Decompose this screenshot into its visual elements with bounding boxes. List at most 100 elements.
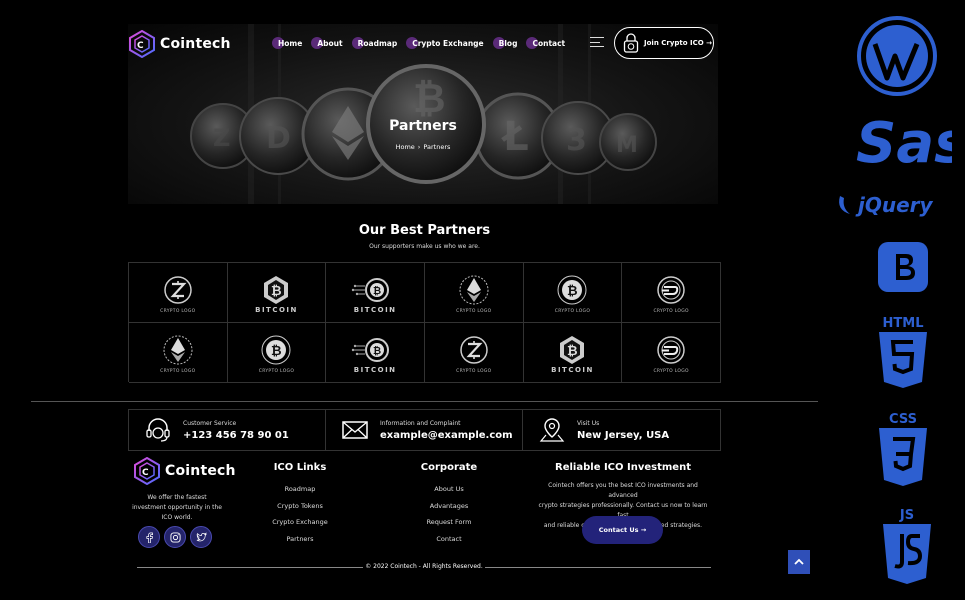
partner-logo-label: CRYPTO LOGO: [160, 368, 196, 374]
footer-link-contact[interactable]: Contact: [409, 531, 489, 548]
html5-icon: HTML: [879, 316, 927, 388]
customer-service-label: Customer Service: [183, 419, 237, 427]
footer-brand-name: Cointech: [165, 463, 236, 479]
footer-link-about-us[interactable]: About Us: [409, 481, 489, 498]
partner-logo-label: CRYPTO LOGO: [456, 308, 492, 314]
nav-contact[interactable]: Contact: [526, 36, 569, 51]
partner-logo-cell[interactable]: ₿ BITCOIN: [227, 263, 327, 323]
join-crypto-ico-button[interactable]: Join Crypto ICO →: [614, 27, 714, 59]
footer-link-crypto-tokens[interactable]: Crypto Tokens: [260, 498, 340, 515]
reliable-title: Reliable ICO Investment: [555, 462, 691, 473]
twitter-icon: [196, 531, 207, 541]
reliable-text-line: Cointech offers you the best ICO investm…: [548, 482, 698, 499]
footer-link-crypto-exchange[interactable]: Crypto Exchange: [260, 514, 340, 531]
visit-label: Visit Us: [577, 419, 600, 427]
html-label: HTML: [883, 316, 924, 331]
partner-logo-cell[interactable]: ₿ CRYPTO LOGO: [227, 323, 327, 383]
partner-logo-cell[interactable]: ₿ BITCOIN: [326, 263, 425, 323]
svg-text:₿: ₿: [413, 76, 446, 122]
partners-grid: CRYPTO LOGO ₿ BITCOIN ₿ BITCOIN CRYPTO LOGO ₿ C…: [128, 262, 721, 383]
footer-logo[interactable]: C Cointech: [133, 457, 236, 485]
footer-desc-line: We offer the fastest: [147, 494, 207, 501]
partner-logo-label: CRYPTO LOGO: [456, 368, 492, 374]
instagram-link[interactable]: [164, 526, 186, 548]
facebook-icon: [145, 532, 153, 543]
jquery-icon: jQuery: [839, 193, 934, 217]
partners-title: Our Best Partners: [358, 223, 491, 238]
main-menu: Home About Roadmap Crypto Exchange Blog …: [271, 36, 569, 51]
partner-logo-label: CRYPTO LOGO: [653, 308, 689, 314]
contact-us-button[interactable]: Contact Us →: [582, 516, 663, 544]
partner-logo-cell[interactable]: ₿ BITCOIN: [523, 323, 623, 383]
nav-home[interactable]: Home: [271, 36, 306, 51]
partner-logo-label: BITCOIN: [255, 305, 298, 314]
footer-desc-line: ICO world.: [161, 514, 193, 521]
customer-service-box: Customer Service +123 456 78 90 01: [129, 410, 326, 450]
twitter-link[interactable]: [190, 526, 212, 548]
jquery-label: jQuery: [855, 193, 934, 217]
footer-link-advantages[interactable]: Advantages: [409, 498, 489, 515]
information-email[interactable]: example@example.com: [380, 430, 513, 441]
javascript-icon: JS: [883, 508, 931, 584]
zcash-icon: [460, 335, 488, 364]
hamburger-menu-icon[interactable]: [590, 37, 604, 47]
footer-desc-line: investment opportunity in the: [132, 504, 222, 511]
dash-icon: [657, 275, 685, 304]
footer-link-request-form[interactable]: Request Form: [409, 514, 489, 531]
partner-logo-cell[interactable]: CRYPTO LOGO: [622, 263, 721, 323]
headset-icon: [146, 418, 170, 442]
bitcoin-circuit-icon: ₿: [351, 277, 390, 302]
partner-logo-label: CRYPTO LOGO: [160, 308, 196, 314]
partner-logo-cell[interactable]: CRYPTO LOGO: [424, 323, 524, 383]
nav-blog[interactable]: Blog: [492, 36, 522, 51]
svg-text:C: C: [142, 468, 149, 478]
scroll-to-top-button[interactable]: [788, 550, 810, 574]
partner-logo-cell[interactable]: ₿ BITCOIN: [326, 323, 425, 383]
ethereum-icon: [163, 335, 193, 364]
facebook-link[interactable]: [138, 526, 160, 548]
js-label: JS: [899, 508, 914, 523]
bitcoin-hex-icon: ₿: [560, 335, 585, 364]
footer-ico-links: ICO Links Roadmap Crypto Tokens Crypto E…: [260, 462, 340, 547]
css3-icon: CSS: [879, 412, 927, 486]
sass-icon: Sass: [856, 111, 952, 176]
svg-text:₿: ₿: [373, 345, 381, 357]
partner-logo-cell[interactable]: CRYPTO LOGO: [424, 263, 524, 323]
svg-text:₿: ₿: [567, 284, 578, 299]
partner-logo-cell[interactable]: CRYPTO LOGO: [129, 263, 228, 323]
sass-label: Sass: [856, 111, 952, 176]
contact-bar: Customer Service +123 456 78 90 01 Infor…: [128, 409, 721, 451]
nav-roadmap[interactable]: Roadmap: [351, 36, 402, 51]
bitcoin-circuit-icon: ₿: [351, 337, 390, 362]
svg-text:₿: ₿: [271, 344, 282, 359]
section-divider: [31, 401, 818, 402]
brand-logo[interactable]: C Cointech: [128, 30, 231, 58]
top-navigation: C Cointech Home About Roadmap Crypto Exc…: [128, 24, 718, 64]
svg-text:C: C: [137, 41, 144, 51]
nav-about[interactable]: About: [311, 36, 346, 51]
partner-logo-cell[interactable]: CRYPTO LOGO: [622, 323, 721, 383]
ico-links-title: ICO Links: [273, 462, 327, 473]
breadcrumb-home[interactable]: Home: [396, 143, 415, 151]
partner-logo-label: BITCOIN: [353, 305, 397, 314]
customer-service-phone[interactable]: +123 456 78 90 01: [183, 430, 289, 441]
svg-text:₿: ₿: [373, 285, 381, 297]
bitcoin-icon: ₿: [557, 275, 587, 304]
chevron-up-icon: [794, 558, 804, 565]
map-pin-icon: [539, 418, 565, 442]
copyright-text: © 2022 Cointech - All Rights Reserved.: [363, 563, 485, 570]
footer-description: We offer the fastest investment opportun…: [128, 493, 226, 523]
copyright: © 2022 Cointech - All Rights Reserved.: [0, 563, 848, 570]
lock-icon: [623, 33, 639, 53]
css-label: CSS: [889, 412, 917, 427]
footer-link-roadmap[interactable]: Roadmap: [260, 481, 340, 498]
nav-crypto-exchange[interactable]: Crypto Exchange: [406, 36, 487, 51]
footer-link-partners[interactable]: Partners: [260, 531, 340, 548]
svg-text:₿: ₿: [567, 344, 578, 359]
partner-logo-cell[interactable]: ₿ CRYPTO LOGO: [523, 263, 623, 323]
information-box: Information and Complaint example@exampl…: [326, 410, 523, 450]
partner-logo-label: CRYPTO LOGO: [554, 308, 591, 314]
envelope-icon: [342, 421, 368, 439]
wordpress-icon: [857, 16, 937, 96]
partner-logo-cell[interactable]: CRYPTO LOGO: [129, 323, 228, 383]
